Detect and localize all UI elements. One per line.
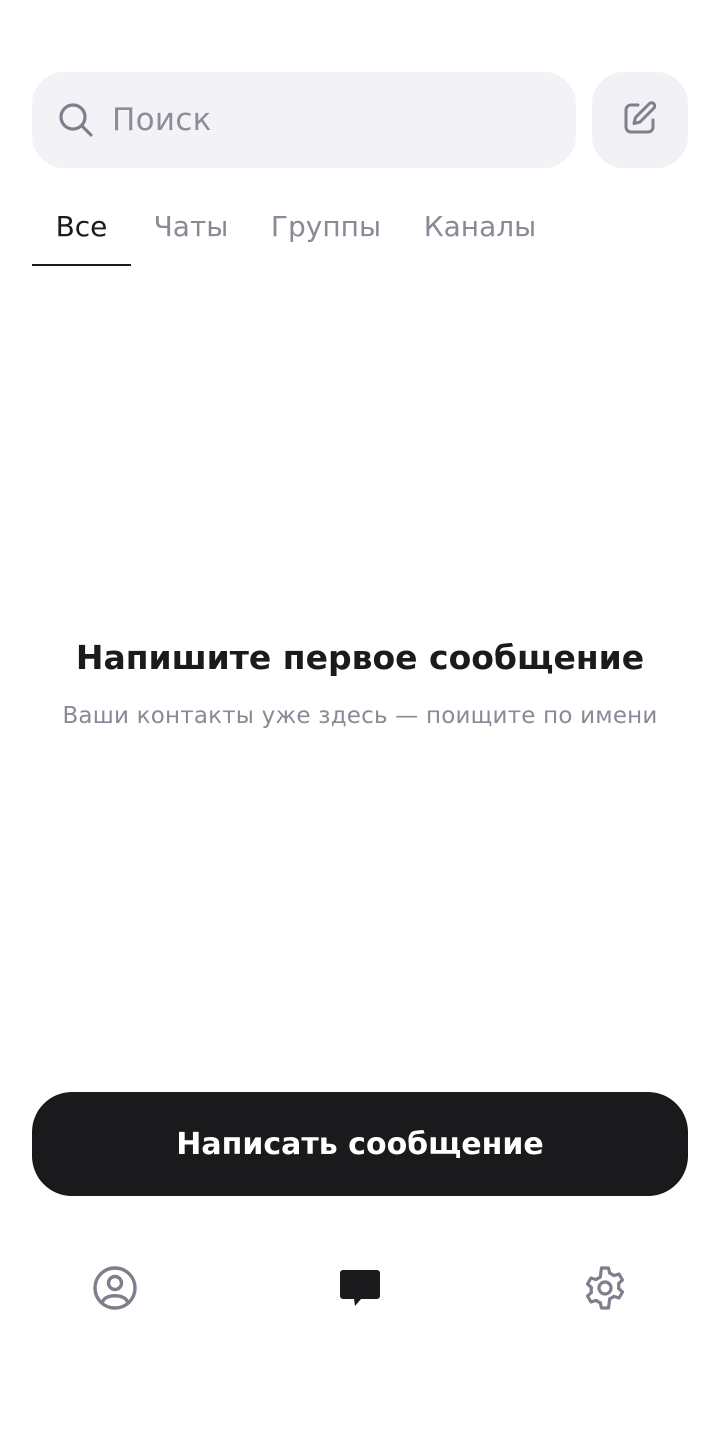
compose-button[interactable] bbox=[592, 72, 688, 168]
search-icon bbox=[56, 100, 96, 140]
empty-state-subtitle: Ваши контакты уже здесь — поищите по име… bbox=[62, 703, 658, 729]
chat-bubble-icon bbox=[336, 1264, 384, 1316]
tab-channels[interactable]: Каналы bbox=[401, 196, 559, 266]
tab-all[interactable]: Все bbox=[32, 196, 131, 266]
nav-profile[interactable] bbox=[75, 1250, 155, 1330]
bottom-nav bbox=[0, 1250, 720, 1330]
empty-state: Напишите первое сообщение Ваши контакты … bbox=[0, 638, 720, 729]
tab-chats[interactable]: Чаты bbox=[131, 196, 251, 266]
empty-state-title: Напишите первое сообщение bbox=[75, 638, 645, 677]
chats-screen: Поиск Все Чаты Группы Каналы Напишите пе… bbox=[0, 0, 720, 1440]
search-placeholder: Поиск bbox=[112, 102, 212, 138]
compose-icon bbox=[621, 99, 659, 141]
search-field[interactable]: Поиск bbox=[32, 72, 576, 168]
profile-icon bbox=[91, 1264, 139, 1316]
filter-tabs: Все Чаты Группы Каналы bbox=[32, 196, 559, 266]
write-message-button[interactable]: Написать сообщение bbox=[32, 1092, 688, 1196]
tab-groups[interactable]: Группы bbox=[251, 196, 401, 266]
nav-chats[interactable] bbox=[320, 1250, 400, 1330]
gear-icon bbox=[581, 1264, 629, 1316]
nav-settings[interactable] bbox=[565, 1250, 645, 1330]
